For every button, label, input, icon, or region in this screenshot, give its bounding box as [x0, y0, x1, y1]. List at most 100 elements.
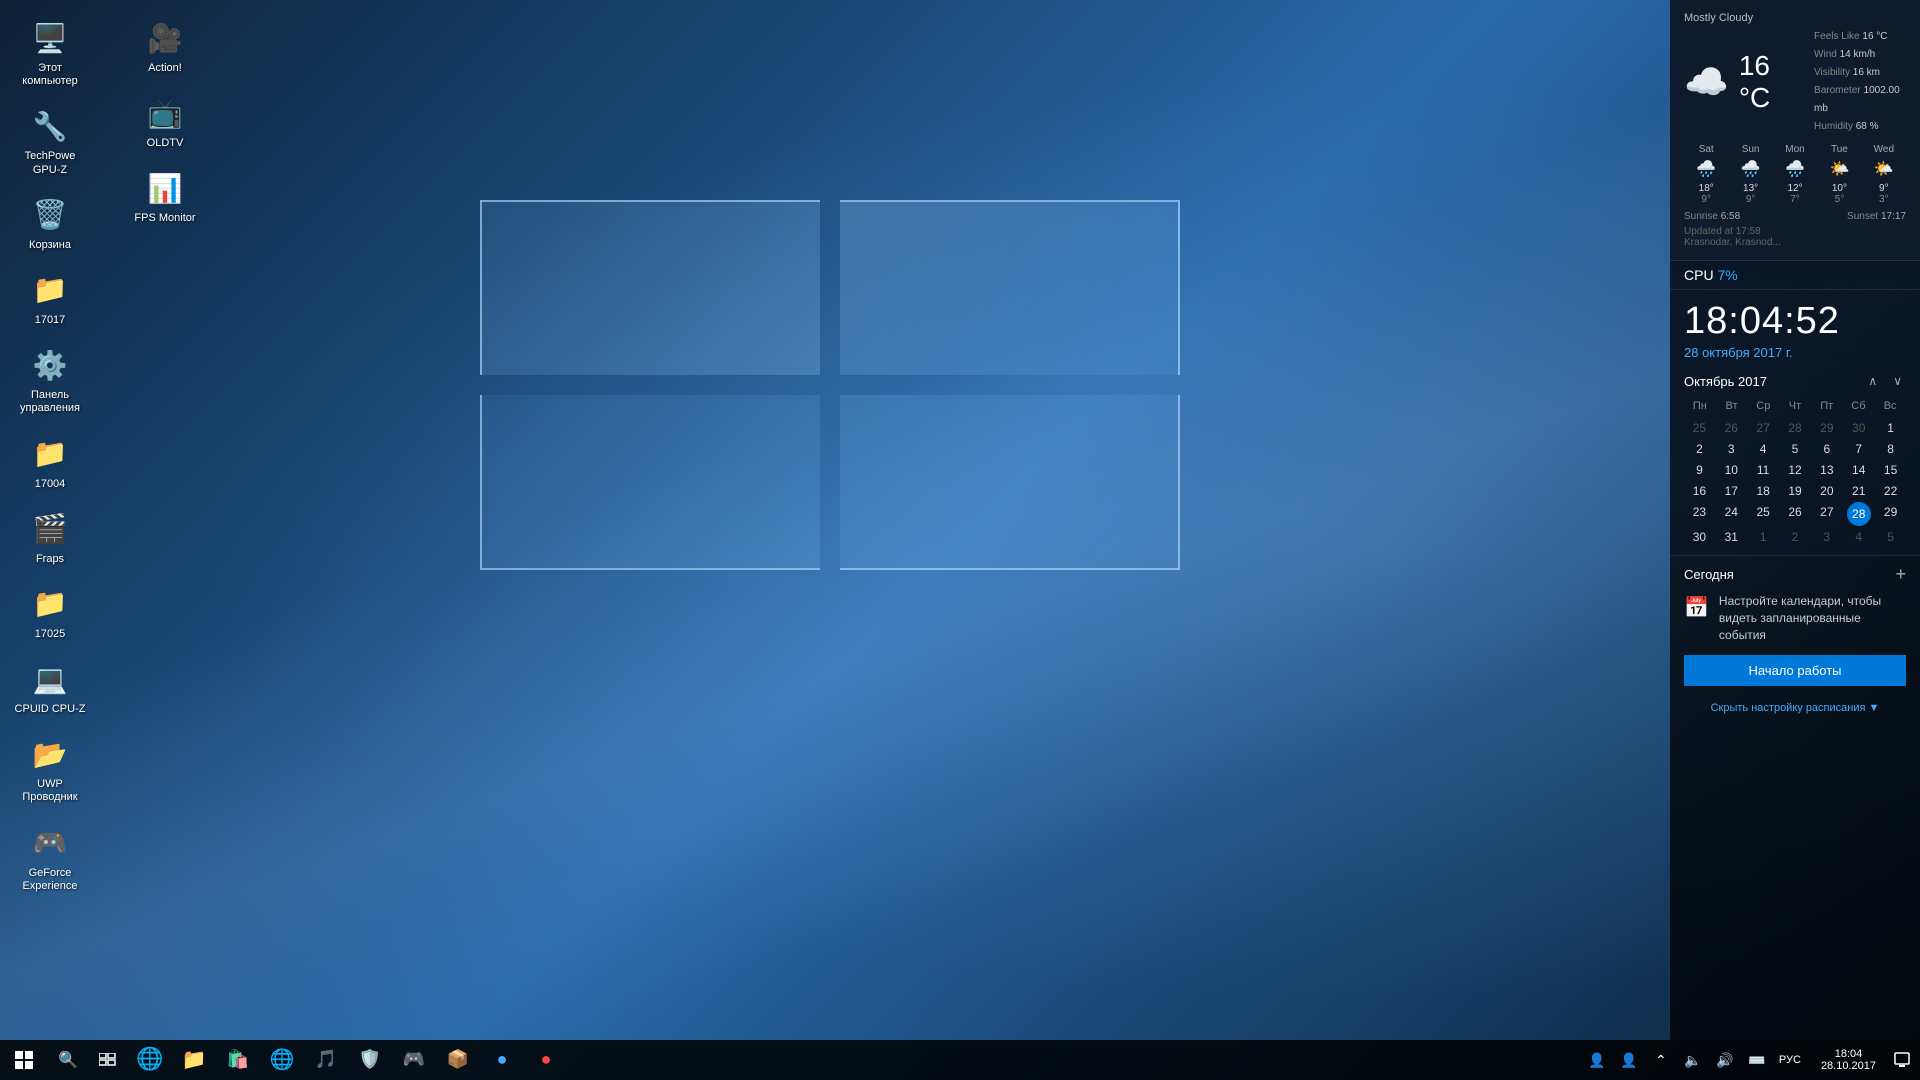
- calendar-day-1-3[interactable]: 5: [1780, 439, 1811, 459]
- desktop-icon-techpowerup-gpu-z[interactable]: 🔧 TechPowe GPU-Z: [10, 98, 90, 184]
- calendar-day-2-1[interactable]: 10: [1716, 460, 1747, 480]
- desktop-icon-control-panel[interactable]: ⚙️ Панель управления: [10, 337, 90, 423]
- calendar-day-0-1[interactable]: 26: [1716, 418, 1747, 438]
- calendar-day-1-5[interactable]: 7: [1843, 439, 1874, 459]
- desktop-icon-my-computer[interactable]: 🖥️ Этот компьютер: [10, 10, 90, 96]
- icon-img-uwp-explorer: 📂: [30, 734, 70, 774]
- forecast-icon-wed: 🌤️: [1862, 159, 1906, 179]
- weather-forecast: SatSunMonTueWed 🌧️🌧️🌧️🌤️🌤️ 18°9°13°9°12°…: [1684, 144, 1906, 205]
- calendar-day-3-6[interactable]: 22: [1875, 481, 1906, 501]
- calendar-day-5-2[interactable]: 1: [1748, 527, 1779, 547]
- calendar-day-0-0[interactable]: 25: [1684, 418, 1715, 438]
- calendar-day-5-3[interactable]: 2: [1780, 527, 1811, 547]
- calendar-section[interactable]: Октябрь 2017 ∧ ∨ ПнВтСрЧтПтСбВс 25262728…: [1670, 364, 1920, 555]
- desktop-icon-geforce-experience[interactable]: 🎮 GeForce Experience: [10, 815, 90, 901]
- weather-temperature: 16 °C: [1739, 50, 1802, 114]
- desktop-icon-fraps[interactable]: 🎬 Fraps: [10, 501, 90, 574]
- calendar-day-4-6[interactable]: 29: [1875, 502, 1906, 526]
- tray-language[interactable]: РУС: [1775, 1054, 1805, 1066]
- calendar-day-5-5[interactable]: 4: [1843, 527, 1874, 547]
- taskbar-app-explorer[interactable]: 📁: [172, 1040, 216, 1080]
- taskbar-app-pkg[interactable]: 📦: [436, 1040, 480, 1080]
- calendar-day-5-0[interactable]: 30: [1684, 527, 1715, 547]
- calendar-day-3-4[interactable]: 20: [1811, 481, 1842, 501]
- calendar-day-4-0[interactable]: 23: [1684, 502, 1715, 526]
- taskbar-app-red[interactable]: ●: [524, 1040, 568, 1080]
- calendar-day-0-4[interactable]: 29: [1811, 418, 1842, 438]
- calendar-day-4-4[interactable]: 27: [1811, 502, 1842, 526]
- today-label: Сегодня: [1684, 567, 1734, 582]
- calendar-day-0-6[interactable]: 1: [1875, 418, 1906, 438]
- calendar-day-2-6[interactable]: 15: [1875, 460, 1906, 480]
- taskbar-search[interactable]: 🔍: [48, 1040, 88, 1080]
- desktop-icon-recycle-bin[interactable]: 🗑️ Корзина: [10, 187, 90, 260]
- hide-schedule-link[interactable]: Скрыть настройку расписания ▼: [1684, 698, 1906, 718]
- calendar-day-3-1[interactable]: 17: [1716, 481, 1747, 501]
- taskbar-app-defender[interactable]: 🛡️: [348, 1040, 392, 1080]
- dow-вс: Вс: [1874, 398, 1906, 414]
- forecast-icon-mon: 🌧️: [1773, 159, 1817, 179]
- calendar-day-1-4[interactable]: 6: [1811, 439, 1842, 459]
- calendar-day-4-5[interactable]: 28: [1847, 502, 1871, 526]
- calendar-day-2-4[interactable]: 13: [1811, 460, 1842, 480]
- tray-person-icon[interactable]: 👤: [1615, 1040, 1643, 1080]
- tray-chevron-up[interactable]: ⌃: [1647, 1040, 1675, 1080]
- taskbar-app-chrome[interactable]: ●: [480, 1040, 524, 1080]
- taskbar-app-ie[interactable]: 🌐: [260, 1040, 304, 1080]
- calendar-day-3-0[interactable]: 16: [1684, 481, 1715, 501]
- desktop-icon-folder-17017[interactable]: 📁 17017: [10, 262, 90, 335]
- taskbar-app-steam[interactable]: 🎮: [392, 1040, 436, 1080]
- tray-network[interactable]: 🔈: [1679, 1040, 1707, 1080]
- calendar-next-button[interactable]: ∨: [1889, 372, 1906, 390]
- calendar-day-5-6[interactable]: 5: [1875, 527, 1906, 547]
- calendar-prev-button[interactable]: ∧: [1864, 372, 1881, 390]
- dow-вт: Вт: [1716, 398, 1748, 414]
- start-button[interactable]: Начало работы: [1684, 655, 1906, 686]
- start-button-taskbar[interactable]: [0, 1040, 48, 1080]
- desktop-icon-fps-monitor[interactable]: 📊 FPS Monitor: [125, 160, 205, 233]
- tray-volume[interactable]: 🔊: [1711, 1040, 1739, 1080]
- dow-ср: Ср: [1747, 398, 1779, 414]
- calendar-day-0-3[interactable]: 28: [1780, 418, 1811, 438]
- calendar-day-4-3[interactable]: 26: [1780, 502, 1811, 526]
- taskbar-clock[interactable]: 18:04 28.10.2017: [1813, 1040, 1884, 1080]
- today-add-button[interactable]: +: [1895, 564, 1906, 585]
- action-center-button[interactable]: [1884, 1040, 1920, 1080]
- calendar-day-1-2[interactable]: 4: [1748, 439, 1779, 459]
- taskbar-task-view[interactable]: [88, 1040, 128, 1080]
- calendar-day-2-5[interactable]: 14: [1843, 460, 1874, 480]
- clock-section: 18:04:52 28 октября 2017 г.: [1670, 290, 1920, 364]
- icon-img-my-computer: 🖥️: [30, 18, 70, 58]
- calendar-day-2-2[interactable]: 11: [1748, 460, 1779, 480]
- desktop-icon-uwp-explorer[interactable]: 📂 UWP Проводник: [10, 726, 90, 812]
- desktop-icon-folder-17025[interactable]: 📁 17025: [10, 576, 90, 649]
- icon-img-action: 🎥: [145, 18, 185, 58]
- calendar-day-3-2[interactable]: 18: [1748, 481, 1779, 501]
- calendar-day-1-6[interactable]: 8: [1875, 439, 1906, 459]
- calendar-day-3-3[interactable]: 19: [1780, 481, 1811, 501]
- icon-label-fps-monitor: FPS Monitor: [134, 212, 195, 225]
- calendar-day-2-3[interactable]: 12: [1780, 460, 1811, 480]
- taskbar-app-media[interactable]: 🎵: [304, 1040, 348, 1080]
- calendar-day-1-1[interactable]: 3: [1716, 439, 1747, 459]
- taskbar-app-store[interactable]: 🛍️: [216, 1040, 260, 1080]
- desktop-icon-cpuid-cpu-z[interactable]: 💻 CPUID CPU-Z: [10, 651, 90, 724]
- desktop-icon-action[interactable]: 🎥 Action!: [125, 10, 205, 83]
- calendar-day-1-0[interactable]: 2: [1684, 439, 1715, 459]
- calendar-day-0-5[interactable]: 30: [1843, 418, 1874, 438]
- taskbar-app-edge[interactable]: 🌐: [128, 1040, 172, 1080]
- calendar-day-2-0[interactable]: 9: [1684, 460, 1715, 480]
- calendar-day-4-2[interactable]: 25: [1748, 502, 1779, 526]
- calendar-day-5-1[interactable]: 31: [1716, 527, 1747, 547]
- calendar-day-5-4[interactable]: 3: [1811, 527, 1842, 547]
- icon-img-cpuid-cpu-z: 💻: [30, 659, 70, 699]
- calendar-day-0-2[interactable]: 27: [1748, 418, 1779, 438]
- calendar-day-3-5[interactable]: 21: [1843, 481, 1874, 501]
- desktop-icon-oldtv[interactable]: 📺 OLDTV: [125, 85, 205, 158]
- calendar-day-4-1[interactable]: 24: [1716, 502, 1747, 526]
- tray-keyboard[interactable]: ⌨️: [1743, 1040, 1771, 1080]
- tray-user-icon[interactable]: 👤: [1583, 1040, 1611, 1080]
- calendar-setup: 📅 Настройте календари, чтобы видеть запл…: [1684, 593, 1906, 643]
- icon-img-oldtv: 📺: [145, 93, 185, 133]
- desktop-icon-folder-17004[interactable]: 📁 17004: [10, 426, 90, 499]
